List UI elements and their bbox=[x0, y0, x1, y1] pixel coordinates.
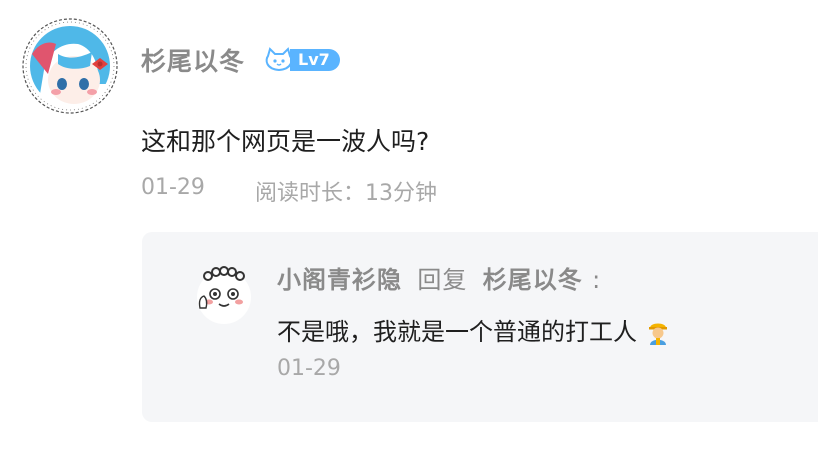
level-badge: Lv7 bbox=[264, 47, 340, 73]
username[interactable]: 杉尾以冬 bbox=[141, 42, 245, 78]
reply-author[interactable]: 小阁青衫隐 bbox=[277, 266, 402, 294]
construction-worker-emoji-icon bbox=[647, 319, 669, 351]
user-avatar[interactable] bbox=[18, 14, 122, 118]
comment-date: 01-29 bbox=[141, 175, 205, 200]
read-time: 阅读时长：13分钟 bbox=[255, 181, 437, 206]
reply-avatar[interactable] bbox=[194, 264, 254, 326]
reply-text: 不是哦，我就是一个普通的打工人 bbox=[277, 312, 669, 351]
reply-colon: : bbox=[592, 266, 602, 294]
comment-text: 这和那个网页是一波人吗? bbox=[141, 127, 430, 156]
reply-text-content: 不是哦，我就是一个普通的打工人 bbox=[277, 318, 637, 346]
reply-header: 小阁青衫隐 回复 杉尾以冬 : bbox=[277, 260, 601, 295]
reply-verb: 回复 bbox=[417, 266, 468, 294]
reply-date: 01-29 bbox=[277, 356, 341, 381]
reply-target[interactable]: 杉尾以冬 bbox=[483, 266, 583, 294]
level-label: Lv7 bbox=[290, 49, 340, 71]
